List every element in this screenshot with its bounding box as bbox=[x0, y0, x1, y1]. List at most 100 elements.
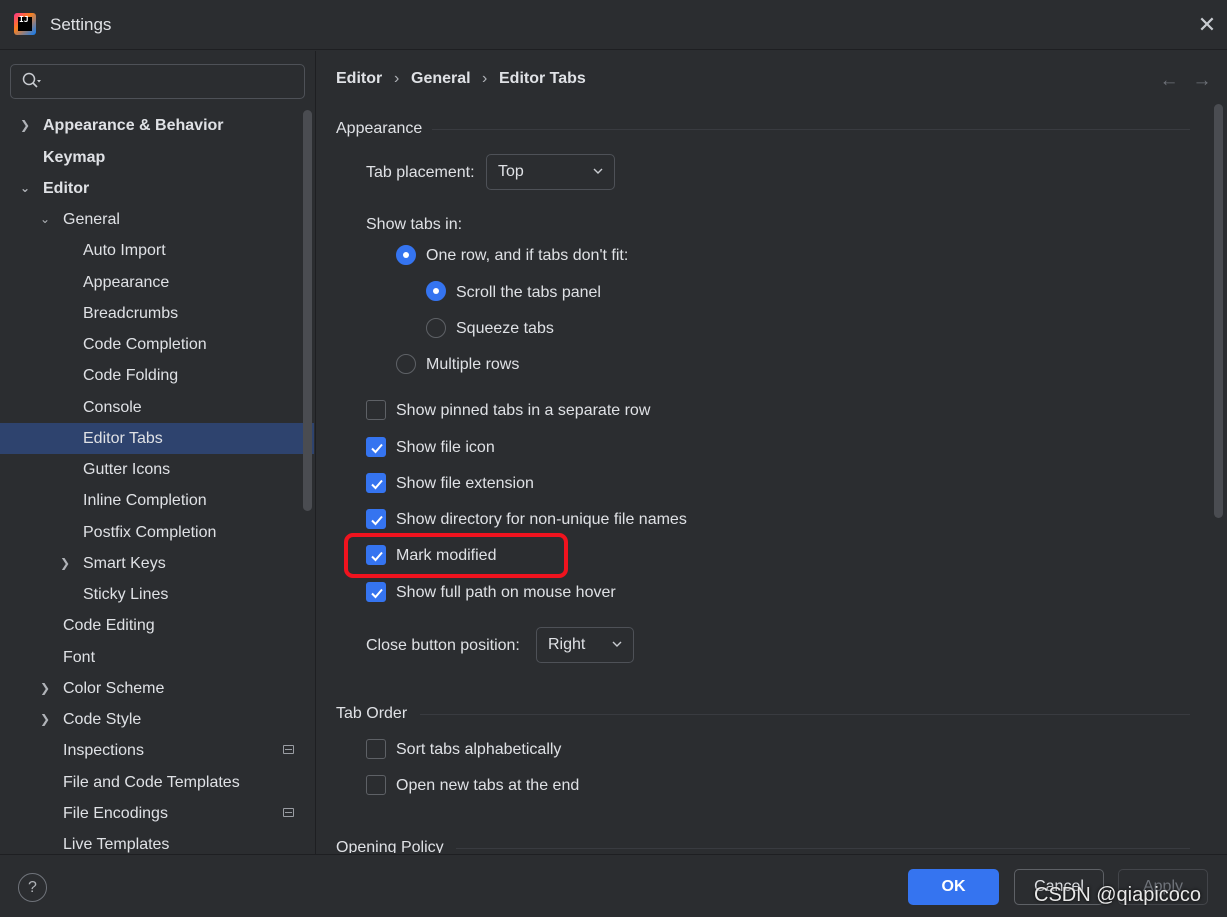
breadcrumb-editor-tabs: Editor Tabs bbox=[499, 70, 586, 87]
help-button[interactable]: ? bbox=[18, 873, 47, 902]
chevron-right-icon: ❯ bbox=[59, 556, 71, 570]
apply-button[interactable]: Apply bbox=[1118, 869, 1208, 905]
checkbox-show-file-extension[interactable] bbox=[366, 473, 386, 493]
checkbox-show-file-icon-label[interactable]: Show file icon bbox=[396, 439, 495, 457]
tree-item-label: Keymap bbox=[43, 149, 106, 166]
tree-item-label: Gutter Icons bbox=[83, 461, 171, 478]
tree-item-appearance-behavior[interactable]: ❯ Appearance & Behavior bbox=[0, 110, 303, 141]
tree-item-general[interactable]: ⌄ General bbox=[0, 204, 303, 235]
tree-scrollbar[interactable] bbox=[303, 110, 312, 511]
tree-item-label: File and Code Templates bbox=[63, 774, 240, 791]
tree-item-auto-import[interactable]: Auto Import bbox=[0, 235, 303, 266]
cancel-button[interactable]: Cancel bbox=[1014, 869, 1104, 905]
breadcrumb-general[interactable]: General bbox=[411, 70, 471, 88]
tree-item-label: Inspections bbox=[63, 742, 144, 759]
tree-item-postfix-completion[interactable]: Postfix Completion bbox=[0, 517, 303, 548]
checkbox-pinned-tabs[interactable] bbox=[366, 400, 386, 420]
radio-one-row[interactable] bbox=[396, 245, 416, 265]
tree-item-label: Editor Tabs bbox=[83, 430, 163, 447]
tree-item-inspections[interactable]: Inspections bbox=[0, 735, 303, 766]
checkbox-show-file-extension-label[interactable]: Show file extension bbox=[396, 475, 534, 493]
section-title-opening-policy: Opening Policy bbox=[336, 839, 444, 853]
tree-item-label: Appearance & Behavior bbox=[43, 117, 224, 134]
ok-button[interactable]: OK bbox=[908, 869, 999, 905]
tree-item-label: Breadcrumbs bbox=[83, 305, 179, 322]
radio-multiple-rows[interactable] bbox=[396, 354, 416, 374]
forward-arrow-icon[interactable]: → bbox=[1191, 71, 1213, 93]
checkbox-pinned-tabs-label[interactable]: Show pinned tabs in a separate row bbox=[396, 402, 650, 420]
tree-item-keymap[interactable]: Keymap bbox=[0, 142, 303, 173]
radio-multiple-rows-label[interactable]: Multiple rows bbox=[426, 356, 519, 374]
tab-placement-label: Tab placement: bbox=[366, 164, 475, 181]
tree-item-file-code-templates[interactable]: File and Code Templates bbox=[0, 767, 303, 798]
tree-item-font[interactable]: Font bbox=[0, 642, 303, 673]
section-divider bbox=[420, 714, 1190, 715]
checkbox-show-directory[interactable] bbox=[366, 509, 386, 529]
tree-item-label: Font bbox=[63, 649, 96, 666]
chevron-down-icon: ⌄ bbox=[19, 181, 31, 195]
breadcrumb-editor[interactable]: Editor bbox=[336, 70, 382, 88]
dialog-button-bar: ? OK Cancel Apply bbox=[0, 854, 1227, 917]
checkbox-mark-modified[interactable] bbox=[366, 545, 386, 565]
tree-item-color-scheme[interactable]: ❯ Color Scheme bbox=[0, 673, 303, 704]
title-bar: IJ Settings ✕ bbox=[0, 0, 1227, 50]
window-title: Settings bbox=[50, 15, 112, 34]
tree-item-label: File Encodings bbox=[63, 805, 168, 822]
tree-item-label: Code Style bbox=[63, 711, 142, 728]
tree-item-code-folding[interactable]: Code Folding bbox=[0, 360, 303, 391]
tree-item-label: Code Folding bbox=[83, 367, 179, 384]
tab-placement-dropdown[interactable]: Top bbox=[486, 154, 615, 190]
tree-item-console[interactable]: Console bbox=[0, 392, 303, 423]
tree-item-sticky-lines[interactable]: Sticky Lines bbox=[0, 579, 303, 610]
tree-item-breadcrumbs[interactable]: Breadcrumbs bbox=[0, 298, 303, 329]
tree-item-editor[interactable]: ⌄ Editor bbox=[0, 173, 303, 204]
tree-item-label: Appearance bbox=[83, 274, 170, 291]
tree-item-code-completion[interactable]: Code Completion bbox=[0, 329, 303, 360]
tree-item-label: Smart Keys bbox=[83, 555, 166, 572]
checkbox-sort-alphabetically-label[interactable]: Sort tabs alphabetically bbox=[396, 741, 561, 759]
tree-item-gutter-icons[interactable]: Gutter Icons bbox=[0, 454, 303, 485]
project-window-icon bbox=[283, 808, 294, 817]
radio-scroll-tabs-label[interactable]: Scroll the tabs panel bbox=[456, 284, 601, 302]
tree-item-label: Postfix Completion bbox=[83, 524, 217, 541]
checkbox-open-at-end[interactable] bbox=[366, 775, 386, 795]
tree-item-label: Editor bbox=[43, 180, 90, 197]
radio-squeeze-tabs-label[interactable]: Squeeze tabs bbox=[456, 320, 554, 338]
radio-one-row-label[interactable]: One row, and if tabs don't fit: bbox=[426, 247, 628, 265]
tree-item-smart-keys[interactable]: ❯ Smart Keys bbox=[0, 548, 303, 579]
search-box[interactable] bbox=[10, 64, 305, 99]
checkbox-open-at-end-label[interactable]: Open new tabs at the end bbox=[396, 777, 579, 795]
tree-item-label: Live Templates bbox=[63, 836, 170, 853]
radio-scroll-tabs[interactable] bbox=[426, 281, 446, 301]
checkmark-icon bbox=[371, 588, 383, 599]
back-arrow-icon[interactable]: ← bbox=[1158, 71, 1180, 93]
close-button-position-dropdown[interactable]: Right bbox=[536, 627, 634, 663]
checkbox-show-directory-label[interactable]: Show directory for non-unique file names bbox=[396, 511, 687, 529]
tree-item-label: Console bbox=[83, 399, 142, 416]
tree-item-live-templates[interactable]: Live Templates bbox=[0, 829, 303, 854]
checkbox-show-file-icon[interactable] bbox=[366, 437, 386, 457]
tree-item-label: Color Scheme bbox=[63, 680, 165, 697]
chevron-right-icon: ❯ bbox=[39, 681, 51, 695]
search-input[interactable] bbox=[55, 69, 295, 95]
close-window-button[interactable]: ✕ bbox=[1193, 12, 1221, 40]
checkmark-icon bbox=[371, 443, 383, 454]
chevron-down-icon: ⌄ bbox=[39, 212, 51, 226]
radio-squeeze-tabs[interactable] bbox=[426, 318, 446, 338]
tree-item-code-style[interactable]: ❯ Code Style bbox=[0, 704, 303, 735]
checkbox-sort-alphabetically[interactable] bbox=[366, 739, 386, 759]
tree-item-code-editing[interactable]: Code Editing bbox=[0, 610, 303, 641]
close-button-position-label: Close button position: bbox=[366, 637, 520, 654]
tree-item-file-encodings[interactable]: File Encodings bbox=[0, 798, 303, 829]
section-title-appearance: Appearance bbox=[336, 120, 423, 137]
tree-item-inline-completion[interactable]: Inline Completion bbox=[0, 485, 303, 516]
checkmark-icon bbox=[371, 551, 383, 562]
tree-item-label: Code Completion bbox=[83, 336, 207, 353]
checkbox-mark-modified-label[interactable]: Mark modified bbox=[396, 547, 496, 565]
settings-scrollbar[interactable] bbox=[1214, 104, 1223, 518]
checkbox-show-full-path-label[interactable]: Show full path on mouse hover bbox=[396, 584, 616, 602]
checkbox-show-full-path[interactable] bbox=[366, 582, 386, 602]
tree-item-editor-tabs[interactable]: Editor Tabs bbox=[0, 423, 314, 454]
tree-item-appearance[interactable]: Appearance bbox=[0, 267, 303, 298]
section-divider bbox=[432, 129, 1190, 130]
